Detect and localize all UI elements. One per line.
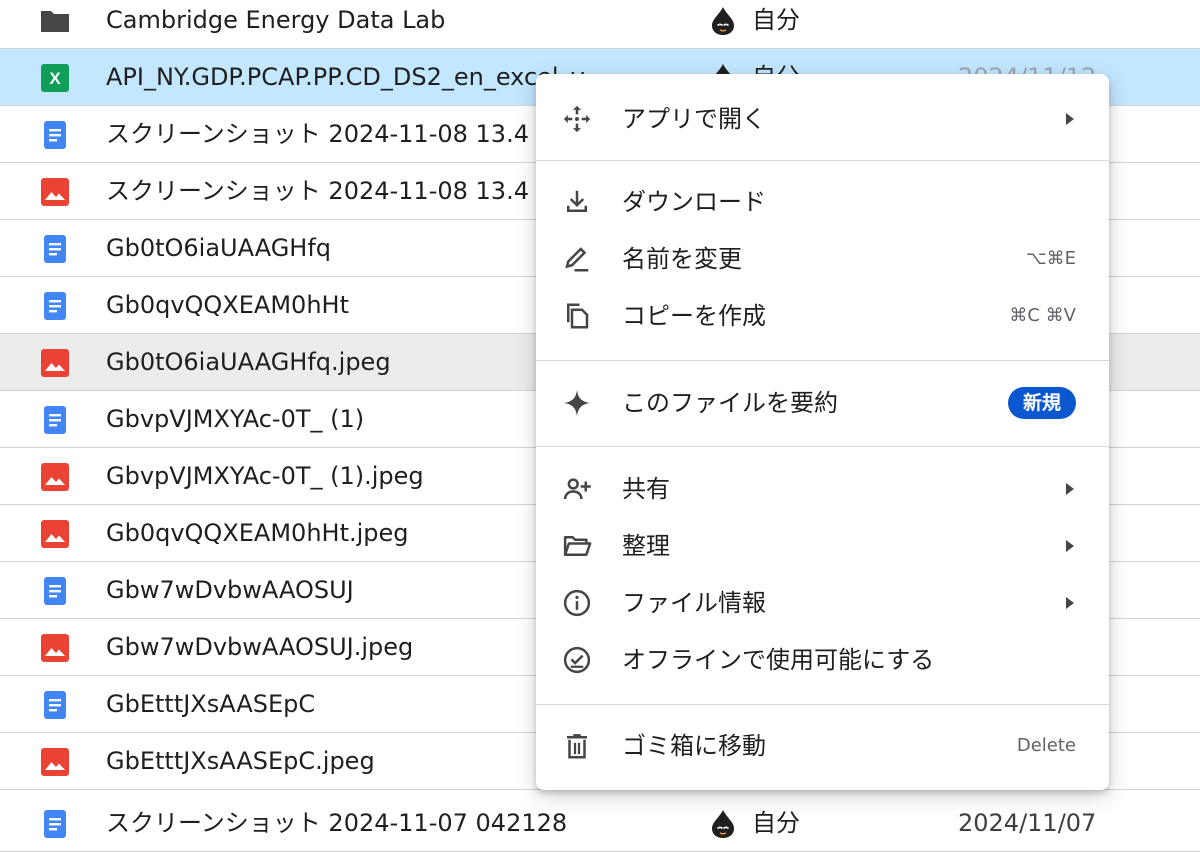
move-arrows-icon: [563, 105, 591, 133]
copy-shortcut: ⌘C ⌘V: [1009, 305, 1076, 326]
file-name: API_NY.GDP.PCAP.PP.CD_DS2_en_excel_v...: [106, 63, 606, 91]
avatar: [712, 810, 734, 838]
menu-label: コピーを作成: [622, 302, 766, 330]
menu-item-make-copy[interactable]: コピーを作成 ⌘C ⌘V: [536, 288, 1109, 344]
image-icon: [41, 634, 69, 662]
file-name: GbvpVJMXYAc-0T_ (1): [106, 405, 365, 433]
file-name: Gb0tO6iaUAAGHfq: [106, 234, 332, 262]
image-icon: [41, 349, 69, 377]
folder-icon: [41, 11, 69, 32]
document-icon: [44, 406, 66, 434]
document-icon: [44, 810, 66, 838]
file-name: スクリーンショット 2024-11-08 13.4: [106, 120, 529, 148]
menu-item-offline[interactable]: オフラインで使用可能にする: [536, 632, 1109, 688]
pencil-icon: [565, 247, 589, 272]
context-menu: アプリで開く ダウンロード 名前を変更 ⌥⌘E コピーを作成 ⌘C ⌘V このフ…: [536, 74, 1109, 790]
menu-item-download[interactable]: ダウンロード: [536, 174, 1109, 230]
file-name: スクリーンショット 2024-11-08 13.4: [106, 177, 529, 205]
file-name: Cambridge Energy Data Lab: [106, 6, 446, 34]
menu-label: ファイル情報: [622, 589, 766, 617]
file-name: GbEtttJXsAASEpC: [106, 690, 316, 718]
file-name: GbvpVJMXYAc-0T_ (1).jpeg: [106, 462, 424, 490]
file-name: GbEtttJXsAASEpC.jpeg: [106, 747, 375, 775]
menu-label: 名前を変更: [622, 245, 742, 273]
new-badge: 新規: [1008, 387, 1076, 419]
image-icon: [41, 748, 69, 776]
person-add-icon: [563, 478, 591, 500]
menu-label: 整理: [622, 532, 670, 560]
document-icon: [44, 235, 66, 263]
file-name: Gb0qvQQXEAM0hHt: [106, 291, 349, 319]
menu-label: オフラインで使用可能にする: [622, 646, 935, 674]
menu-label: ゴミ箱に移動: [622, 732, 766, 760]
menu-item-summarize[interactable]: このファイルを要約 新規: [536, 375, 1109, 431]
file-row[interactable]: Cambridge Energy Data Lab 自分: [0, 0, 1200, 49]
sparkle-icon: [563, 389, 591, 417]
sheet-icon-letter: X: [49, 69, 61, 88]
document-icon: [44, 121, 66, 149]
menu-item-file-info[interactable]: ファイル情報: [536, 575, 1109, 631]
menu-item-share[interactable]: 共有: [536, 461, 1109, 517]
document-icon: [44, 691, 66, 719]
spreadsheet-icon: X: [41, 64, 69, 92]
menu-item-trash[interactable]: ゴミ箱に移動 Delete: [536, 718, 1109, 774]
image-icon: [41, 463, 69, 491]
menu-item-organize[interactable]: 整理: [536, 518, 1109, 574]
image-icon: [41, 178, 69, 206]
owner-name: 自分: [752, 6, 800, 34]
menu-divider: [536, 704, 1109, 705]
rename-shortcut: ⌥⌘E: [1025, 248, 1076, 269]
image-icon: [41, 520, 69, 548]
menu-label: 共有: [622, 475, 670, 503]
modified-date: 2024/11/07: [958, 809, 1097, 837]
trash-icon: [567, 734, 587, 759]
avatar: [712, 7, 734, 35]
file-name: Gb0qvQQXEAM0hHt.jpeg: [106, 519, 409, 547]
menu-divider: [536, 160, 1109, 161]
menu-divider: [536, 446, 1109, 447]
file-name: Gb0tO6iaUAAGHfq.jpeg: [106, 348, 391, 376]
file-name: Gbw7wDvbwAAOSUJ: [106, 576, 354, 604]
offline-check-icon: [563, 646, 591, 674]
chevron-right-icon: [1066, 113, 1074, 125]
menu-item-rename[interactable]: 名前を変更 ⌥⌘E: [536, 231, 1109, 287]
menu-label: ダウンロード: [622, 188, 766, 216]
info-icon: [563, 589, 591, 617]
file-name: Gbw7wDvbwAAOSUJ.jpeg: [106, 633, 414, 661]
copy-icon: [567, 303, 589, 329]
menu-label: このファイルを要約: [622, 389, 838, 417]
document-icon: [44, 292, 66, 320]
menu-divider: [536, 360, 1109, 361]
download-icon: [567, 190, 587, 212]
menu-label: アプリで開く: [622, 105, 766, 133]
file-name: スクリーンショット 2024-11-07 042128: [106, 809, 568, 837]
owner-name: 自分: [752, 809, 800, 837]
chevron-right-icon: [1066, 540, 1074, 552]
document-icon: [44, 577, 66, 605]
file-row[interactable]: スクリーンショット 2024-11-07 042128 自分 2024/11/07: [0, 795, 1200, 852]
chevron-right-icon: [1066, 483, 1074, 495]
chevron-right-icon: [1066, 597, 1074, 609]
folder-open-icon: [563, 536, 592, 556]
menu-item-open-with[interactable]: アプリで開く: [536, 91, 1109, 147]
trash-shortcut: Delete: [1016, 735, 1076, 756]
